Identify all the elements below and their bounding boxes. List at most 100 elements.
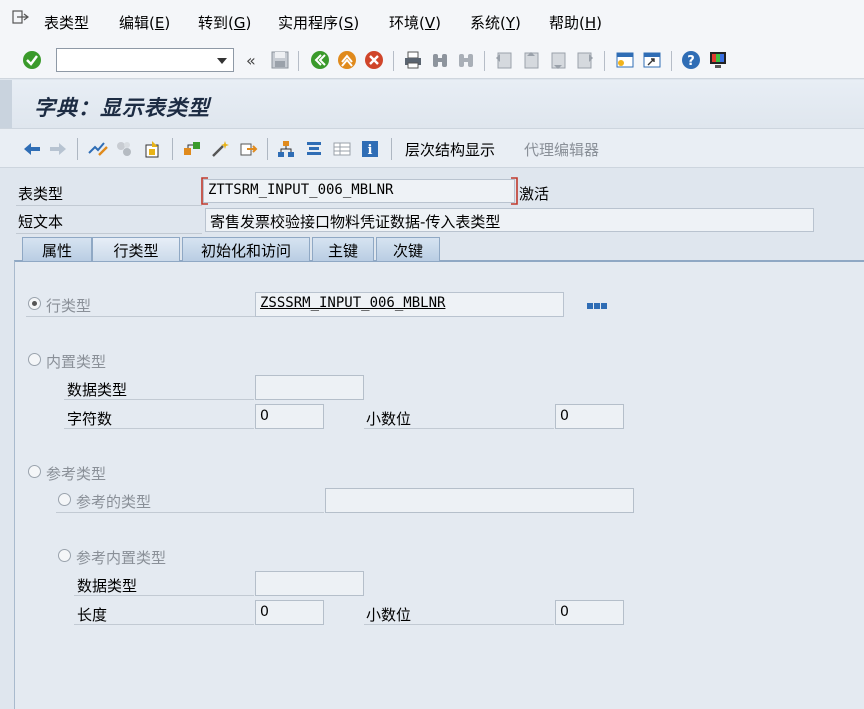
menu-accelerator: H [584, 14, 597, 32]
menu-label: 编辑 [119, 14, 150, 32]
new-session-icon[interactable] [615, 50, 635, 70]
menu-system[interactable]: 系统(Y) [470, 12, 521, 33]
label-underline [64, 399, 254, 400]
menu-goto[interactable]: 转到(G) [198, 12, 251, 33]
length-label: 长度 [77, 606, 108, 624]
chevron-down-icon[interactable] [217, 58, 227, 64]
label-underline [56, 512, 324, 513]
tab-label: 初始化和访问 [200, 242, 291, 260]
back-arrow-icon[interactable] [22, 139, 42, 159]
toolbar-separator [298, 51, 299, 71]
toolbar-separator [604, 51, 605, 71]
menu-edit[interactable]: 编辑(E) [119, 12, 170, 33]
required-bracket-right-icon [511, 177, 518, 205]
forward-arrow-icon[interactable] [48, 139, 68, 159]
where-used-icon[interactable] [182, 139, 202, 159]
navigate-icon[interactable] [238, 139, 258, 159]
chars-field[interactable]: 0 [255, 404, 324, 429]
menu-icon[interactable] [12, 10, 30, 30]
find-next-icon[interactable] [456, 50, 476, 70]
reference-type-label: 参考类型 [46, 465, 107, 483]
table-type-field[interactable]: ZTTSRM_INPUT_006_MBLNR [203, 179, 515, 203]
ref-builtin-radio[interactable] [58, 549, 71, 562]
tab-line-type[interactable]: 行类型 [92, 237, 180, 261]
short-text-label: 短文本 [18, 213, 64, 231]
label-underline [364, 624, 554, 625]
menu-label: 环境 [389, 14, 420, 32]
application-toolbar: i 层次结构显示 代理编辑器 [0, 128, 864, 168]
toolbar-separator [484, 51, 485, 71]
ref-type-field[interactable] [325, 488, 634, 513]
builtin-type-radio[interactable] [28, 353, 41, 366]
find-icon[interactable] [430, 50, 450, 70]
previous-page-icon[interactable] [521, 50, 541, 70]
short-text-field[interactable]: 寄售发票校验接口物料凭证数据-传入表类型 [205, 208, 814, 232]
ref-type-radio[interactable] [58, 493, 71, 506]
length-field[interactable]: 0 [255, 600, 324, 625]
menu-accelerator: Y [505, 14, 516, 32]
enter-icon[interactable] [22, 50, 42, 70]
toolbar-separator [172, 138, 173, 160]
collapse-arrows-icon[interactable]: « [246, 51, 266, 71]
ref-decimals-label: 小数位 [366, 606, 412, 624]
menu-label: 系统 [470, 14, 501, 32]
line-type-radio[interactable] [28, 297, 41, 310]
first-page-icon[interactable] [494, 50, 514, 70]
table-icon[interactable] [332, 139, 352, 159]
svg-text:?: ? [687, 54, 695, 69]
magic-wand-icon[interactable] [210, 139, 230, 159]
tab-attributes[interactable]: 属性 [22, 237, 92, 261]
last-page-icon[interactable] [575, 50, 595, 70]
status-text: 激活 [519, 185, 550, 203]
menu-label: 转到 [198, 14, 229, 32]
tab-primary-key[interactable]: 主键 [312, 237, 374, 261]
hierarchy-display-button[interactable]: 层次结构显示 [405, 139, 495, 160]
line-type-value: ZSSSRM_INPUT_006_MBLNR [260, 295, 446, 311]
line-type-field[interactable]: ZSSSRM_INPUT_006_MBLNR [255, 292, 564, 317]
tab-secondary-key[interactable]: 次键 [376, 237, 440, 261]
stack-icon[interactable] [304, 139, 324, 159]
customize-layout-icon[interactable] [708, 50, 728, 70]
tab-init-access[interactable]: 初始化和访问 [182, 237, 310, 261]
activate-icon[interactable] [142, 139, 162, 159]
decimals-field[interactable]: 0 [555, 404, 624, 429]
back-icon[interactable] [310, 50, 330, 70]
command-field[interactable] [56, 48, 234, 72]
line-type-label: 行类型 [46, 297, 92, 315]
menu-label: 实用程序 [278, 14, 339, 32]
ref-data-type-field[interactable] [255, 571, 364, 596]
ref-data-type-label: 数据类型 [77, 577, 138, 595]
next-page-icon[interactable] [548, 50, 568, 70]
structure-icon[interactable] [587, 299, 607, 315]
toolbar-separator [671, 51, 672, 71]
cancel-icon[interactable] [364, 50, 384, 70]
label-underline [16, 233, 202, 234]
menu-table-type[interactable]: 表类型 [44, 12, 89, 33]
display-change-icon[interactable] [87, 139, 108, 159]
hierarchy-icon[interactable] [276, 139, 296, 159]
exit-icon[interactable] [337, 50, 357, 70]
save-icon[interactable] [270, 50, 290, 70]
builtin-type-label: 内置类型 [46, 353, 107, 371]
decimals-label: 小数位 [366, 410, 412, 428]
chars-label: 字符数 [67, 410, 113, 428]
help-icon[interactable]: ? [681, 50, 701, 70]
proxy-editor-button[interactable]: 代理编辑器 [524, 139, 599, 160]
label-underline [26, 316, 256, 317]
ref-type-label: 参考的类型 [76, 493, 152, 511]
menu-environment[interactable]: 环境(V) [389, 12, 441, 33]
tab-panel [14, 260, 864, 709]
ref-decimals-field[interactable]: 0 [555, 600, 624, 625]
print-icon[interactable] [403, 50, 423, 70]
info-icon[interactable]: i [360, 139, 380, 159]
menu-accelerator: E [154, 14, 165, 32]
shortcut-icon[interactable] [642, 50, 662, 70]
label-underline [364, 428, 554, 429]
menu-accelerator: V [424, 14, 436, 32]
menu-help[interactable]: 帮助(H) [549, 12, 602, 33]
data-type-field[interactable] [255, 375, 364, 400]
other-object-icon[interactable] [114, 139, 134, 159]
menu-utilities[interactable]: 实用程序(S) [278, 12, 359, 33]
reference-type-radio[interactable] [28, 465, 41, 478]
tab-label: 行类型 [113, 242, 159, 260]
